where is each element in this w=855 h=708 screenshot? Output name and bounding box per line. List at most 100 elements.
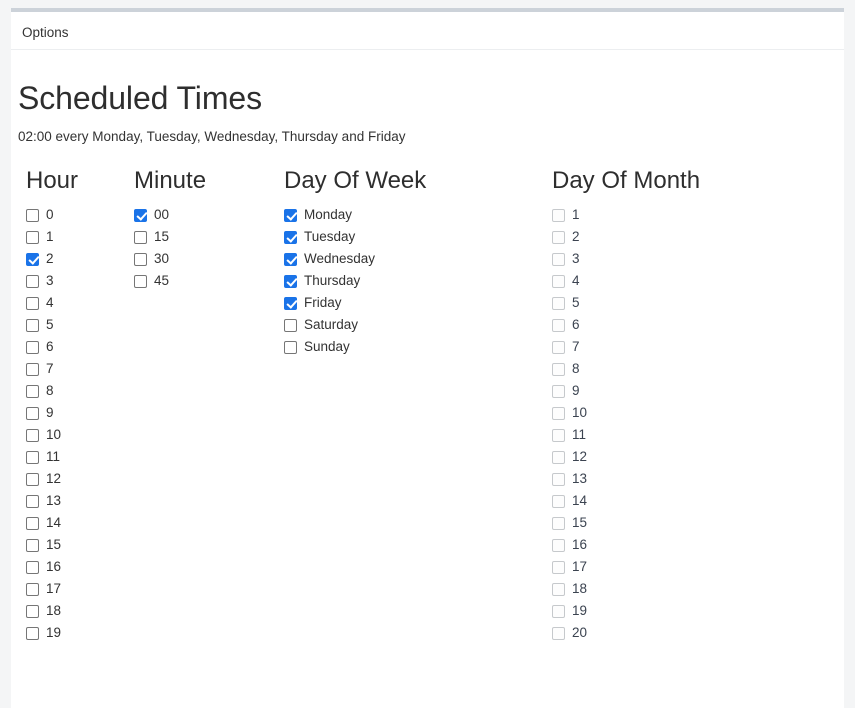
page-content: Scheduled Times 02:00 every Monday, Tues… (11, 79, 844, 640)
checkbox-row-hour-4[interactable]: 4 (26, 292, 132, 314)
checkbox-label: 18 (46, 603, 62, 618)
checkbox-label: 11 (572, 427, 587, 442)
checkbox-hour-17[interactable] (26, 582, 39, 596)
checkbox-row-day-of-week-Thursday[interactable]: Thursday (284, 270, 550, 292)
checkbox-label: 10 (572, 405, 588, 420)
checkbox-day-of-month-17 (552, 560, 565, 574)
checkbox-row-hour-17[interactable]: 17 (26, 578, 132, 600)
checkbox-day-of-week-Sunday[interactable] (284, 340, 297, 354)
checkbox-row-hour-9[interactable]: 9 (26, 402, 132, 424)
checkbox-hour-14[interactable] (26, 516, 39, 530)
checkbox-label: 13 (572, 471, 588, 486)
checkbox-day-of-week-Saturday[interactable] (284, 318, 297, 332)
checkbox-row-minute-00[interactable]: 00 (134, 204, 282, 226)
checkbox-hour-3[interactable] (26, 274, 39, 288)
checkbox-row-hour-12[interactable]: 12 (26, 468, 132, 490)
checkbox-row-day-of-week-Monday[interactable]: Monday (284, 204, 550, 226)
column-heading-minute: Minute (134, 167, 207, 194)
checkbox-day-of-week-Monday[interactable] (284, 208, 297, 222)
checkbox-hour-12[interactable] (26, 472, 39, 486)
checkbox-day-of-month-2 (552, 230, 565, 244)
column-heading-day-of-month: Day Of Month (552, 167, 701, 194)
checkbox-row-day-of-month-17: 17 (552, 556, 832, 578)
checkbox-row-hour-0[interactable]: 0 (26, 204, 132, 226)
checkbox-label: 15 (572, 515, 588, 530)
checkbox-hour-9[interactable] (26, 406, 39, 420)
tab-options[interactable]: Options (18, 23, 73, 43)
checkbox-hour-18[interactable] (26, 604, 39, 618)
checkbox-hour-13[interactable] (26, 494, 39, 508)
checkbox-day-of-month-1 (552, 208, 565, 222)
checkbox-row-day-of-week-Tuesday[interactable]: Tuesday (284, 226, 550, 248)
column-heading-day-of-week: Day Of Week (284, 167, 427, 194)
checkbox-row-hour-18[interactable]: 18 (26, 600, 132, 622)
checkbox-row-hour-13[interactable]: 13 (26, 490, 132, 512)
checkbox-label: 12 (572, 449, 588, 464)
checkbox-label: 10 (46, 427, 62, 442)
checkbox-label: 17 (572, 559, 588, 574)
checkbox-day-of-month-7 (552, 340, 565, 354)
checkbox-hour-2[interactable] (26, 252, 39, 266)
settings-panel: Options Scheduled Times 02:00 every Mond… (11, 8, 844, 708)
checkbox-row-day-of-month-6: 6 (552, 314, 832, 336)
checkbox-row-hour-5[interactable]: 5 (26, 314, 132, 336)
checkbox-hour-1[interactable] (26, 230, 39, 244)
checkbox-row-minute-15[interactable]: 15 (134, 226, 282, 248)
checkbox-day-of-week-Tuesday[interactable] (284, 230, 297, 244)
checkbox-row-hour-10[interactable]: 10 (26, 424, 132, 446)
checkbox-row-day-of-month-19: 19 (552, 600, 832, 622)
checkbox-row-minute-45[interactable]: 45 (134, 270, 282, 292)
checkbox-row-day-of-month-1: 1 (552, 204, 832, 226)
checkbox-label: 16 (46, 559, 62, 574)
column-day-of-week: Day Of Week Monday Tuesday Wednesday Thursd… (284, 167, 550, 358)
checkbox-hour-0[interactable] (26, 208, 39, 222)
checkbox-hour-10[interactable] (26, 428, 39, 442)
checkbox-day-of-week-Thursday[interactable] (284, 274, 297, 288)
checkbox-row-day-of-month-12: 12 (552, 446, 832, 468)
checkbox-row-hour-2[interactable]: 2 (26, 248, 132, 270)
checkbox-day-of-week-Wednesday[interactable] (284, 252, 297, 266)
checkbox-label: Monday (304, 207, 353, 222)
checkbox-row-hour-11[interactable]: 11 (26, 446, 132, 468)
checkbox-list-day-of-month: 1 2 3 4 5 6 7 8 9 10 11 12 13 14 15 16 17 18 19 20 (552, 204, 832, 644)
checkbox-row-day-of-week-Saturday[interactable]: Saturday (284, 314, 550, 336)
checkbox-label: 00 (154, 207, 170, 222)
checkbox-label: 8 (46, 383, 54, 398)
checkbox-minute-45[interactable] (134, 274, 147, 288)
checkbox-row-day-of-week-Friday[interactable]: Friday (284, 292, 550, 314)
checkbox-minute-00[interactable] (134, 208, 147, 222)
checkbox-day-of-month-12 (552, 450, 565, 464)
checkbox-row-day-of-month-15: 15 (552, 512, 832, 534)
checkbox-row-hour-1[interactable]: 1 (26, 226, 132, 248)
checkbox-hour-4[interactable] (26, 296, 39, 310)
checkbox-label: 4 (46, 295, 54, 310)
checkbox-row-day-of-week-Wednesday[interactable]: Wednesday (284, 248, 550, 270)
checkbox-row-hour-19[interactable]: 19 (26, 622, 132, 644)
checkbox-hour-15[interactable] (26, 538, 39, 552)
checkbox-row-day-of-month-13: 13 (552, 468, 832, 490)
checkbox-row-day-of-month-7: 7 (552, 336, 832, 358)
checkbox-row-hour-16[interactable]: 16 (26, 556, 132, 578)
checkbox-row-hour-15[interactable]: 15 (26, 534, 132, 556)
checkbox-row-minute-30[interactable]: 30 (134, 248, 282, 270)
checkbox-hour-8[interactable] (26, 384, 39, 398)
checkbox-label: 14 (572, 493, 588, 508)
checkbox-row-hour-8[interactable]: 8 (26, 380, 132, 402)
checkbox-hour-6[interactable] (26, 340, 39, 354)
checkbox-row-hour-3[interactable]: 3 (26, 270, 132, 292)
checkbox-hour-11[interactable] (26, 450, 39, 464)
checkbox-label: 13 (46, 493, 62, 508)
checkbox-day-of-week-Friday[interactable] (284, 296, 297, 310)
checkbox-row-day-of-week-Sunday[interactable]: Sunday (284, 336, 550, 358)
checkbox-row-hour-6[interactable]: 6 (26, 336, 132, 358)
checkbox-minute-15[interactable] (134, 230, 147, 244)
checkbox-day-of-month-6 (552, 318, 565, 332)
column-day-of-month: Day Of Month 1 2 3 4 5 6 7 8 9 10 11 12 13 14 15 16 17 18… (552, 167, 832, 644)
checkbox-row-hour-14[interactable]: 14 (26, 512, 132, 534)
checkbox-hour-7[interactable] (26, 362, 39, 376)
checkbox-hour-16[interactable] (26, 560, 39, 574)
checkbox-hour-5[interactable] (26, 318, 39, 332)
checkbox-row-hour-7[interactable]: 7 (26, 358, 132, 380)
checkbox-day-of-month-8 (552, 362, 565, 376)
checkbox-minute-30[interactable] (134, 252, 147, 266)
